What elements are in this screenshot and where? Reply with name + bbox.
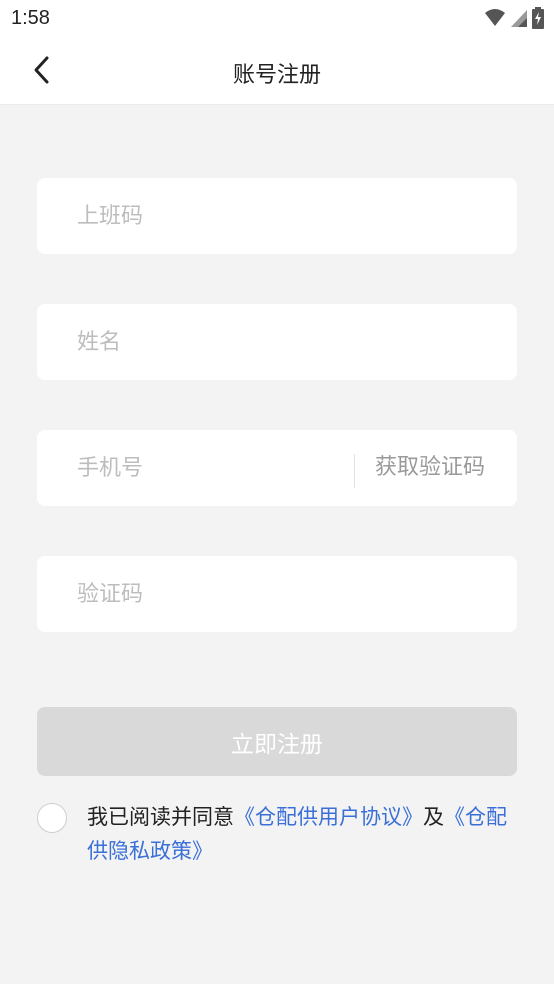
agreement-checkbox[interactable]	[37, 803, 67, 833]
get-code-button[interactable]: 获取验证码	[375, 430, 485, 506]
phone-input[interactable]	[77, 430, 347, 506]
status-icons	[484, 6, 544, 30]
verify-code-field	[37, 556, 517, 632]
work-code-field	[37, 178, 517, 254]
agreement-prefix: 我已阅读并同意	[87, 805, 234, 829]
battery-charging-icon	[532, 7, 544, 29]
header: 账号注册	[0, 38, 554, 105]
wifi-icon	[485, 9, 505, 26]
verify-code-input[interactable]	[77, 556, 497, 632]
name-input[interactable]	[77, 304, 497, 380]
user-agreement-link[interactable]: 《仓配供用户协议》	[234, 805, 423, 829]
work-code-input[interactable]	[77, 178, 497, 254]
status-bar: 1:58	[0, 0, 554, 38]
status-time: 1:58	[11, 7, 50, 29]
name-field	[37, 304, 517, 380]
phone-field: 获取验证码	[37, 430, 517, 506]
page-title: 账号注册	[232, 63, 321, 88]
register-button[interactable]: 立即注册	[37, 707, 517, 776]
signal-icon	[511, 10, 527, 27]
field-divider	[354, 454, 355, 488]
agreement-text: 我已阅读并同意《仓配供用户协议》及《仓配供隐私政策》	[87, 800, 527, 868]
agreement-conjunction: 及	[423, 805, 444, 829]
